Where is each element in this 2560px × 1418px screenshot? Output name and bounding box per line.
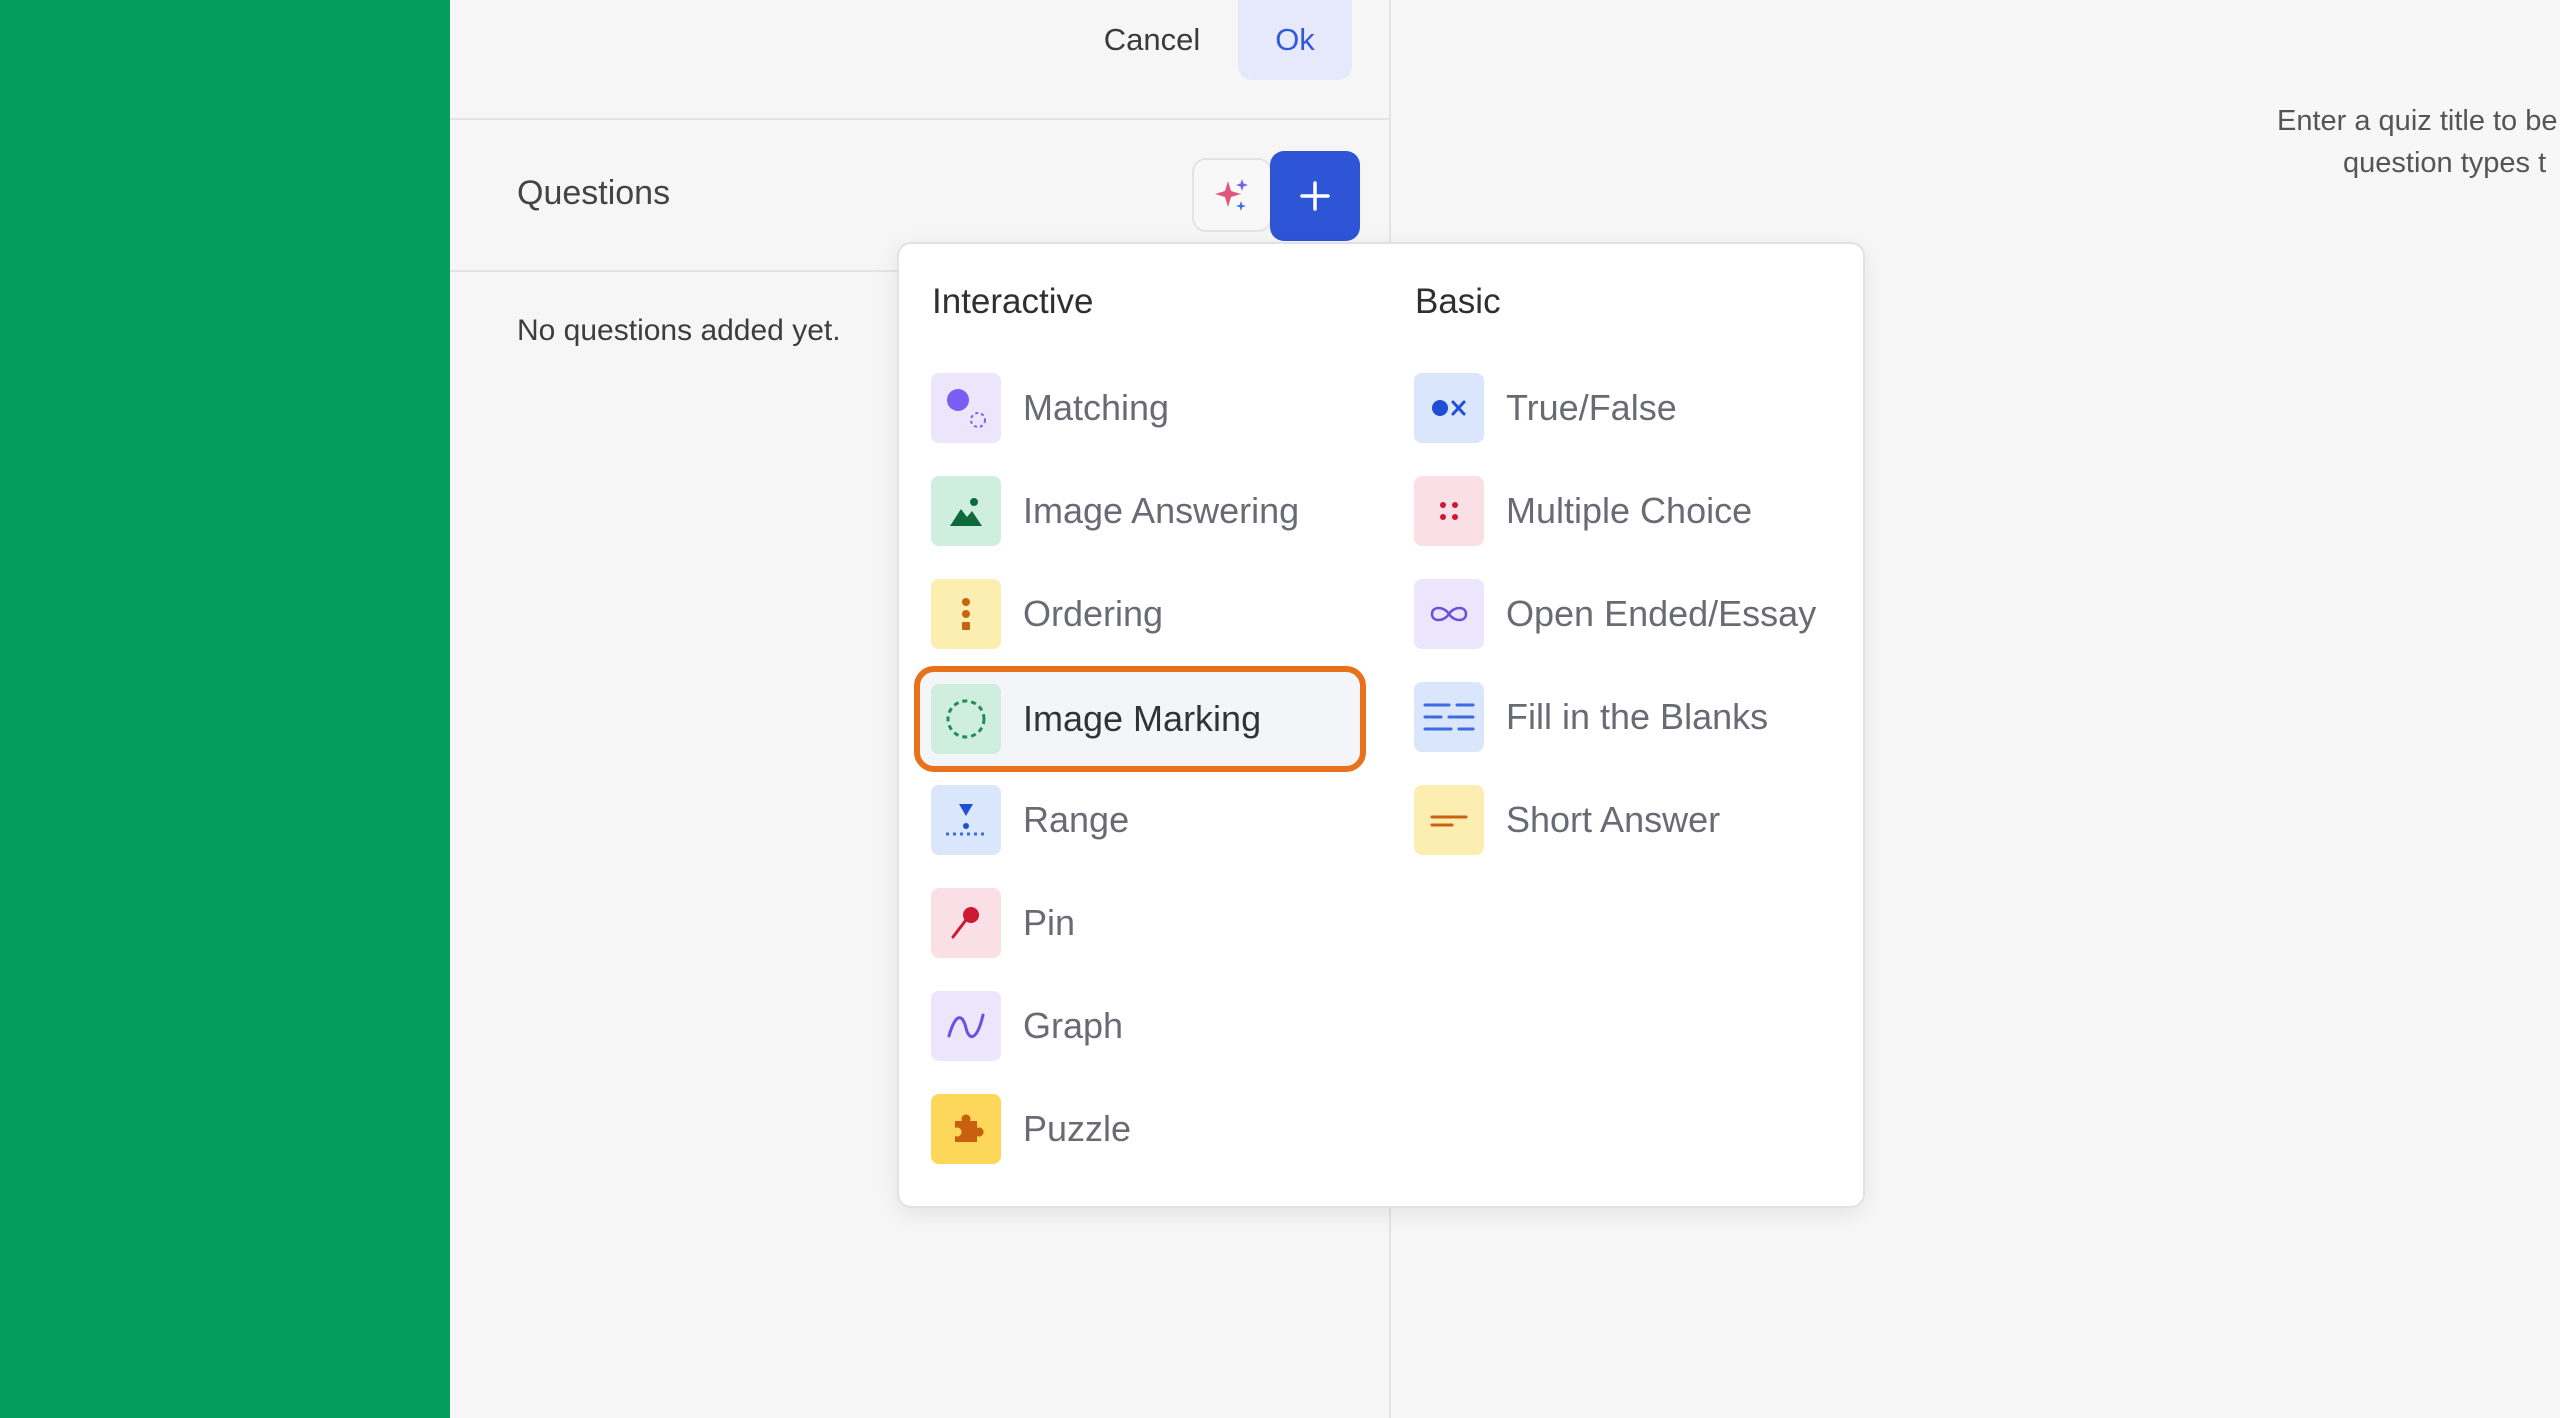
sparkle-icon (1215, 179, 1248, 211)
menu-item-open-ended[interactable]: Open Ended/Essay (1414, 569, 1816, 659)
menu-item-label: Fill in the Blanks (1506, 696, 1769, 737)
ok-button[interactable]: Ok (1238, 0, 1352, 80)
menu-item-label: Pin (1023, 902, 1076, 943)
pin-icon (931, 888, 1001, 958)
green-sidebar (0, 0, 450, 1418)
true-false-icon (1414, 373, 1484, 443)
menu-item-label: True/False (1506, 387, 1677, 428)
menu-item-short-answer[interactable]: Short Answer (1414, 775, 1720, 865)
ordering-icon (931, 579, 1001, 649)
graph-icon (931, 991, 1001, 1061)
menu-item-graph[interactable]: Graph (931, 981, 1123, 1071)
add-question-button[interactable] (1270, 151, 1360, 241)
menu-item-label: Multiple Choice (1506, 490, 1753, 531)
menu-item-label: Image Marking (1023, 698, 1262, 739)
short-answer-icon (1414, 785, 1484, 855)
menu-item-label: Puzzle (1023, 1108, 1132, 1149)
menu-item-true-false[interactable]: True/False (1414, 363, 1677, 453)
menu-item-label: Ordering (1023, 593, 1164, 634)
menu-item-ordering[interactable]: Ordering (931, 569, 1163, 659)
menu-item-puzzle[interactable]: Puzzle (931, 1084, 1131, 1174)
menu-item-image-answering[interactable]: Image Answering (931, 466, 1299, 556)
ai-generate-button[interactable] (1192, 158, 1272, 232)
menu-item-range[interactable]: Range (931, 775, 1129, 865)
menu-item-fill-blanks[interactable]: Fill in the Blanks (1414, 672, 1768, 762)
multiple-choice-icon (1414, 476, 1484, 546)
basic-heading: Basic (1415, 282, 1501, 321)
menu-item-label: Image Answering (1023, 490, 1300, 531)
puzzle-icon (931, 1094, 1001, 1164)
infinity-icon (1414, 579, 1484, 649)
plus-icon (1300, 181, 1330, 211)
menu-item-label: Graph (1023, 1005, 1124, 1046)
menu-item-matching[interactable]: Matching (931, 363, 1169, 453)
menu-item-multiple-choice[interactable]: Multiple Choice (1414, 466, 1752, 556)
menu-item-label: Matching (1023, 387, 1170, 428)
menu-item-label: Open Ended/Essay (1506, 593, 1817, 634)
empty-questions-message: No questions added yet. (517, 314, 841, 347)
cancel-button[interactable]: Cancel (1084, 0, 1220, 80)
menu-item-label: Range (1023, 799, 1130, 840)
dashed-circle-icon (931, 684, 1001, 754)
range-icon (931, 785, 1001, 855)
menu-item-pin[interactable]: Pin (931, 878, 1075, 968)
menu-item-label: Short Answer (1506, 799, 1721, 840)
questions-title: Questions (517, 174, 671, 212)
hint-line-1: Enter a quiz title to be (2277, 105, 2558, 137)
fill-blanks-icon (1414, 682, 1484, 752)
interactive-heading: Interactive (932, 282, 1094, 321)
menu-item-image-marking[interactable]: Image Marking (914, 666, 1366, 772)
hint-line-2: question types t (2343, 147, 2547, 179)
mountain-icon (931, 476, 1001, 546)
matching-icon (931, 373, 1001, 443)
